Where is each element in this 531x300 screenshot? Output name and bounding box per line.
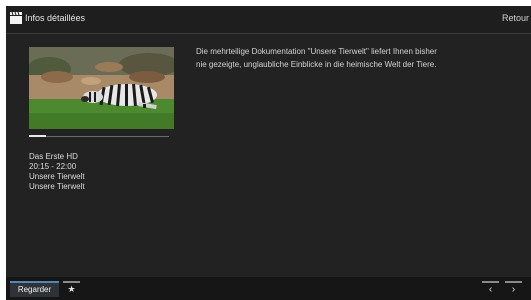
watch-button[interactable]: Regarder xyxy=(10,281,59,297)
program-progress-fill xyxy=(29,135,46,137)
program-subtitle: Unsere Tierwelt xyxy=(29,182,85,191)
channel-name: Das Erste HD xyxy=(29,152,78,161)
bottom-bar: Regarder ★ ‹ › xyxy=(6,277,531,300)
program-meta: Das Erste HD 20:15 - 22:00 Unsere Tierwe… xyxy=(29,152,85,192)
page-title: Infos détaillées xyxy=(25,13,86,23)
program-progress-bar xyxy=(29,135,169,137)
program-title: Unsere Tierwelt xyxy=(29,172,85,181)
program-description: Die mehrteilige Dokumentation "Unsere Ti… xyxy=(196,47,437,69)
program-time: 20:15 - 22:00 xyxy=(29,162,77,171)
clapperboard-icon xyxy=(10,12,22,24)
title-bar: Infos détaillées Retour xyxy=(6,6,531,34)
epg-detail-screen: Infos détaillées Retour Das Erste HD 20:… xyxy=(6,6,531,300)
back-button[interactable]: Retour xyxy=(502,13,529,23)
program-thumbnail xyxy=(29,47,174,129)
chevron-left-icon[interactable]: ‹ xyxy=(482,281,499,297)
main-panel: Das Erste HD 20:15 - 22:00 Unsere Tierwe… xyxy=(6,34,531,277)
favorite-star-icon[interactable]: ★ xyxy=(63,281,80,297)
chevron-right-icon[interactable]: › xyxy=(505,281,522,297)
